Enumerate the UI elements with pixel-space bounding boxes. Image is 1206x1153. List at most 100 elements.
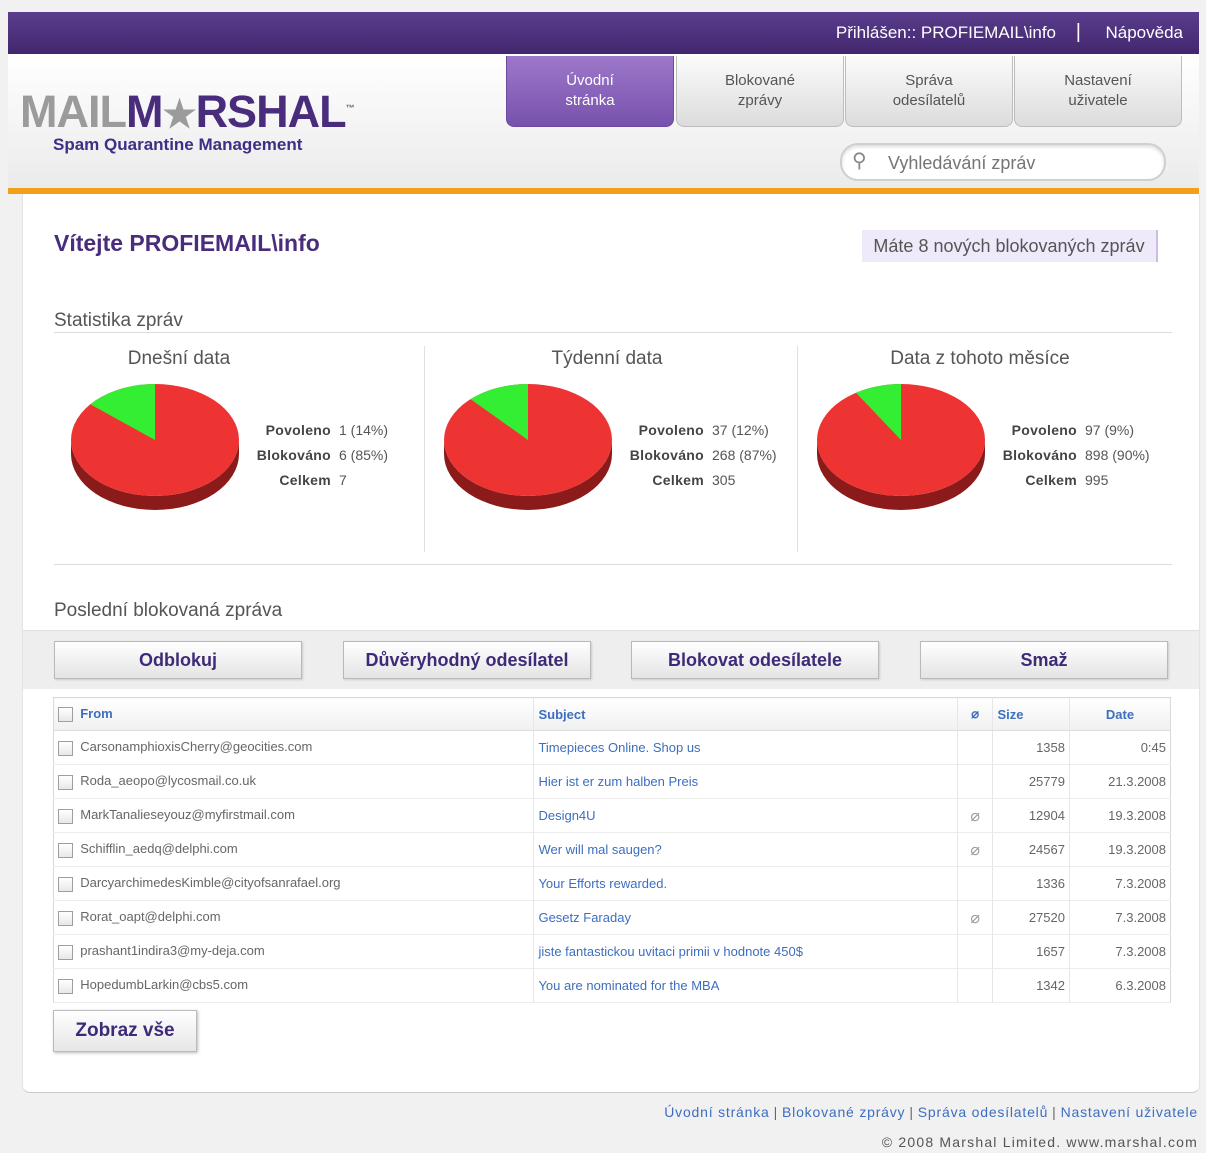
row-from: Schifflin_aedq@delphi.com	[80, 841, 238, 857]
footer-link-blocked[interactable]: Blokované zprávy	[782, 1104, 905, 1120]
row-size: 24567	[1028, 842, 1065, 857]
row-subject[interactable]: jiste fantastickou uvitaci primii v hodn…	[538, 944, 802, 959]
row-subject[interactable]: Gesetz Faraday	[538, 910, 631, 925]
footer-link-senders[interactable]: Správa odesílatelů	[918, 1104, 1048, 1120]
footer-separator: |	[909, 1104, 914, 1120]
blocked-label: Blokováno	[629, 447, 704, 463]
mailmarshal-logo: MAILM★RSHAL™ Spam Quarantine Management	[20, 84, 355, 155]
select-all-checkbox[interactable]	[58, 707, 73, 723]
paperclip-icon[interactable]: ⌀	[971, 706, 979, 721]
row-subject[interactable]: Your Efforts rewarded.	[538, 876, 667, 891]
row-from: Roda_aeopo@lycosmail.co.uk	[80, 773, 257, 789]
row-from: prashant1indira3@my-deja.com	[80, 943, 265, 959]
new-messages-notice[interactable]: Máte 8 nových blokovaných zpráv	[862, 230, 1158, 262]
column-date[interactable]: Date	[1106, 707, 1134, 722]
show-all-button[interactable]: Zobraz vše	[53, 1010, 197, 1052]
footer-separator: |	[773, 1104, 779, 1120]
trusted-sender-button[interactable]: Důvěryhodný odesílatel	[343, 641, 591, 679]
footer-link-settings[interactable]: Nastavení uživatele	[1061, 1104, 1198, 1120]
row-checkbox[interactable]	[58, 944, 73, 960]
trademark: ™	[345, 103, 355, 113]
row-from: Rorat_oapt@delphi.com	[80, 909, 221, 925]
footer-separator: |	[1052, 1104, 1057, 1120]
table-header-row: From Subject ⌀ Size Date	[53, 697, 1171, 731]
tab-home[interactable]: Úvodní stránka	[506, 56, 674, 127]
footer-link-home[interactable]: Úvodní stránka	[664, 1104, 769, 1120]
table-row[interactable]: Roda_aeopo@lycosmail.co.uk Hier ist er zu…	[53, 764, 1171, 799]
row-size: 27520	[1028, 910, 1065, 925]
stats-panel-month: Data z tohoto měsíce Povoleno 97 (9%) Blo…	[799, 344, 1171, 554]
delete-button[interactable]: Smaž	[920, 641, 1168, 679]
row-subject[interactable]: You are nominated for the MBA	[538, 978, 719, 993]
column-from[interactable]: From	[80, 706, 113, 721]
row-subject[interactable]: Wer will mal saugen?	[538, 842, 661, 857]
tab-blocked-messages[interactable]: Blokované zprávy	[676, 56, 844, 127]
stats-legend: Povoleno 1 (14%) Blokováno 6 (85%) Celkem 7	[253, 418, 388, 493]
logo-marshal-text: RSHAL	[195, 86, 347, 137]
total-value: 7	[339, 472, 347, 488]
allowed-label: Povoleno	[638, 422, 704, 438]
stats-legend: Povoleno 97 (9%) Blokováno 898 (90%) Celke…	[999, 418, 1150, 493]
pie-chart-month	[817, 384, 985, 510]
table-row[interactable]: DarcyarchimedesKimble@cityofsanrafael.or…	[53, 866, 1171, 901]
row-checkbox[interactable]	[58, 842, 73, 858]
total-value: 995	[1085, 472, 1109, 488]
allowed-value: 37 (12%)	[712, 422, 769, 438]
row-size: 1358	[1036, 740, 1065, 755]
blocked-messages-table: From Subject ⌀ Size Date Carsonamphioxis…	[53, 697, 1171, 1003]
table-row[interactable]: CarsonamphioxisCherry@geocities.com Timep…	[53, 730, 1171, 765]
search-input[interactable]	[886, 150, 1150, 176]
table-row[interactable]: HopedumbLarkin@cbs5.com You are nominated…	[53, 968, 1171, 1003]
row-checkbox[interactable]	[58, 740, 73, 756]
blocked-label: Blokováno	[256, 447, 331, 463]
allowed-label: Povoleno	[265, 422, 331, 438]
table-row[interactable]: prashant1indira3@my-deja.com jiste fantas…	[53, 934, 1171, 969]
unblock-button[interactable]: Odblokuj	[54, 641, 302, 679]
copyright: © 2008 Marshal Limited. www.marshal.com	[881, 1134, 1198, 1150]
help-link[interactable]: Nápověda	[1105, 23, 1183, 43]
row-checkbox[interactable]	[58, 910, 73, 926]
row-subject[interactable]: Timepieces Online. Shop us	[538, 740, 700, 755]
paperclip-icon: ⌀	[970, 841, 980, 859]
row-date: 0:45	[1140, 740, 1166, 755]
logo-mail-text: MAIL	[20, 86, 127, 137]
stats-panel-title: Data z tohoto měsíce	[890, 348, 1070, 369]
logo-m-text: M	[125, 86, 163, 137]
column-size[interactable]: Size	[997, 707, 1023, 722]
row-subject[interactable]: Hier ist er zum halben Preis	[538, 774, 698, 789]
total-label: Celkem	[1025, 472, 1077, 488]
welcome-heading: Vítejte PROFIEMAIL\info	[54, 230, 320, 256]
tab-sender-management[interactable]: Správa odesílatelů	[845, 56, 1013, 127]
star-icon: ★	[162, 94, 196, 136]
stats-separator	[797, 346, 798, 552]
row-subject[interactable]: Design4U	[538, 808, 595, 823]
action-bar: Odblokuj Důvěryhodný odesílatel Blokovat…	[23, 630, 1199, 689]
row-size: 25779	[1028, 774, 1065, 789]
row-size: 1336	[1036, 876, 1065, 891]
row-date: 21.3.2008	[1108, 774, 1166, 789]
column-subject[interactable]: Subject	[538, 707, 585, 722]
pie-chart-week	[444, 384, 612, 510]
tab-user-settings[interactable]: Nastavení uživatele	[1014, 56, 1182, 127]
row-checkbox[interactable]	[58, 808, 73, 824]
paperclip-icon: ⌀	[970, 807, 980, 825]
footer-links: Úvodní stránka | Blokované zprávy | Správa o…	[664, 1104, 1198, 1120]
row-checkbox[interactable]	[58, 876, 73, 892]
row-from: MarkTanalieseyouz@myfirstmail.com	[80, 807, 295, 823]
table-row[interactable]: Schifflin_aedq@delphi.com Wer will mal sa…	[53, 832, 1171, 867]
stats-title: Statistika zpráv	[54, 310, 183, 331]
row-date: 6.3.2008	[1115, 978, 1166, 993]
topbar-separator: |	[1075, 21, 1081, 43]
top-bar: Přihlášen:: PROFIEMAIL\info | Nápověda	[8, 12, 1199, 54]
blocked-value: 268 (87%)	[712, 447, 777, 463]
block-sender-button[interactable]: Blokovat odesílatele	[631, 641, 879, 679]
row-checkbox[interactable]	[58, 774, 73, 790]
table-row[interactable]: Rorat_oapt@delphi.com Gesetz Faraday ⌀ 2752…	[53, 900, 1171, 935]
stats-divider	[54, 332, 1172, 333]
section-divider	[54, 564, 1172, 565]
search-icon[interactable]: ⚲	[852, 148, 867, 173]
row-from: HopedumbLarkin@cbs5.com	[80, 977, 249, 993]
search-box[interactable]: ⚲	[840, 143, 1166, 181]
table-row[interactable]: MarkTanalieseyouz@myfirstmail.com Design4…	[53, 798, 1171, 833]
row-checkbox[interactable]	[58, 978, 73, 994]
